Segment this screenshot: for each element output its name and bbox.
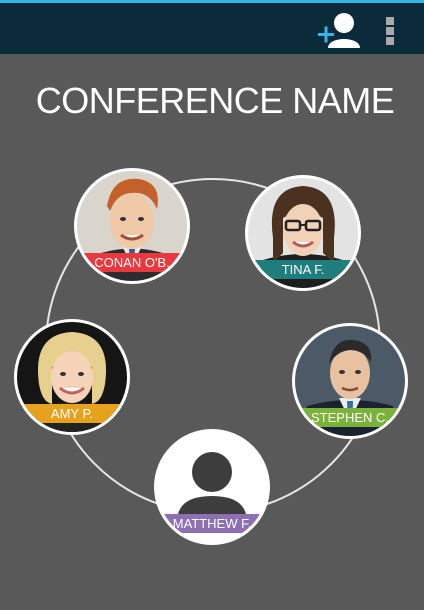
overflow-menu-button[interactable]	[380, 15, 400, 47]
action-bar	[0, 0, 424, 54]
participant-avatar: AMY P.	[17, 322, 127, 432]
participant-avatar: CONAN O'B.	[77, 171, 187, 281]
participant-amy[interactable]: AMY P.	[14, 319, 130, 435]
participant-name-band: CONAN O'B.	[77, 253, 187, 272]
participant-avatar: TINA F.	[248, 178, 358, 288]
participant-name-band: AMY P.	[17, 404, 127, 423]
add-user-icon	[318, 13, 360, 48]
add-participant-button[interactable]	[315, 9, 367, 51]
participant-avatar: MATTHEW F.	[157, 432, 267, 542]
participant-conan[interactable]: CONAN O'B.	[74, 168, 190, 284]
participant-avatar: STEPHEN C.	[295, 326, 405, 436]
participant-name-band: MATTHEW F.	[157, 514, 267, 533]
conference-title: CONFERENCE NAME	[35, 80, 395, 121]
overflow-menu-icon	[386, 17, 394, 45]
participant-name-band: TINA F.	[248, 260, 358, 279]
participant-tina[interactable]: TINA F.	[245, 175, 361, 291]
participant-stephen[interactable]: STEPHEN C.	[292, 323, 408, 439]
participant-matthew[interactable]: MATTHEW F.	[154, 429, 270, 545]
participant-name-band: STEPHEN C.	[295, 408, 405, 427]
